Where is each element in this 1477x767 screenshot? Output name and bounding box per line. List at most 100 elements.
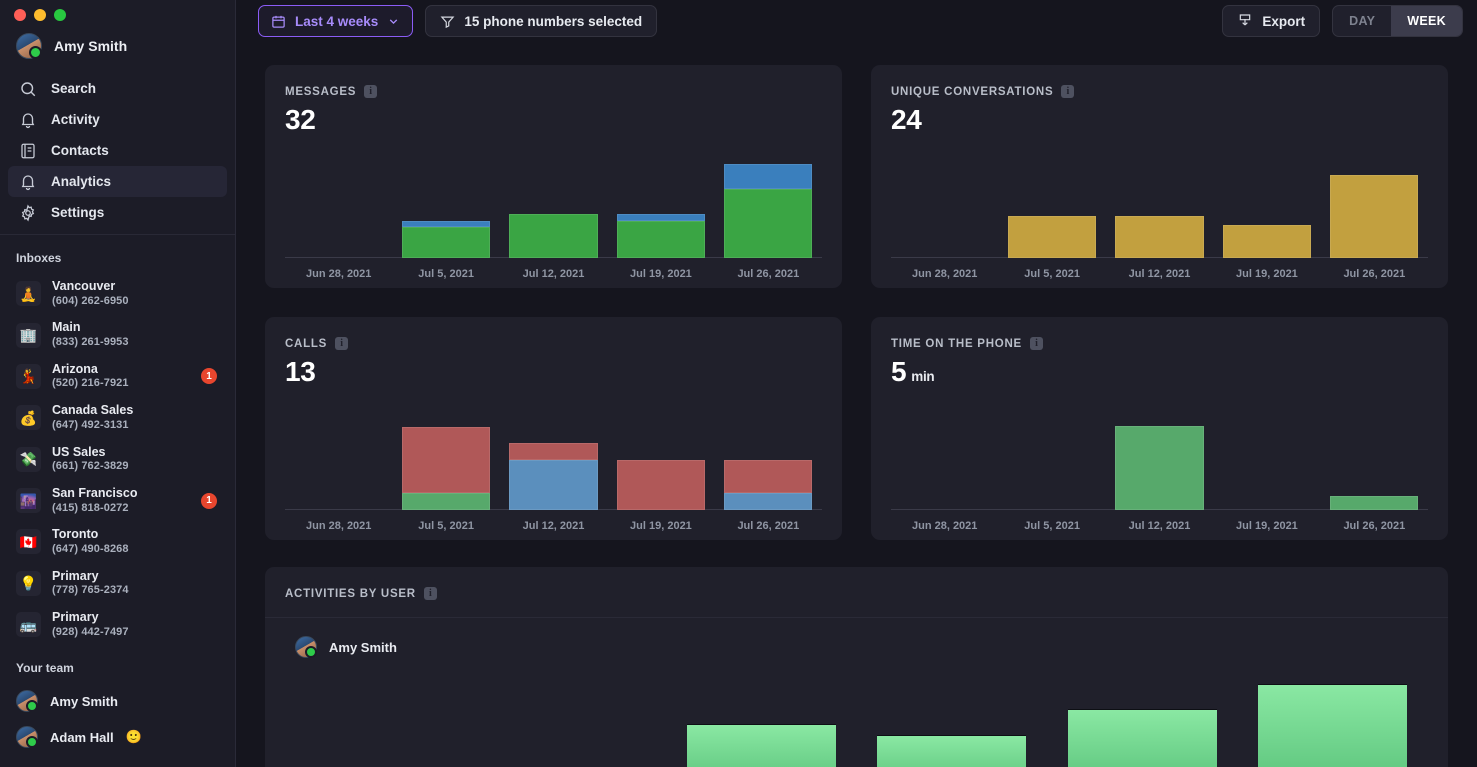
bar[interactable] bbox=[724, 460, 813, 510]
inbox-item[interactable]: 🏢 Main (833) 261-9953 bbox=[0, 314, 235, 355]
x-axis-tick: Jul 12, 2021 bbox=[522, 520, 585, 532]
sidebar-item-contacts[interactable]: Contacts bbox=[8, 135, 227, 166]
sidebar-item-search[interactable]: Search bbox=[8, 73, 227, 104]
avatar bbox=[16, 690, 38, 713]
bar[interactable] bbox=[1008, 216, 1097, 258]
inbox-number: (928) 442-7497 bbox=[52, 625, 129, 638]
bar[interactable] bbox=[509, 214, 598, 258]
info-icon[interactable]: i bbox=[1061, 85, 1075, 98]
inbox-name: San Francisco bbox=[52, 485, 138, 500]
inbox-item[interactable]: 💸 US Sales (661) 762-3829 bbox=[0, 439, 235, 480]
inbox-item[interactable]: 💃 Arizona (520) 216-7921 1 bbox=[0, 356, 235, 397]
team-member[interactable]: Amy Smith bbox=[0, 683, 235, 719]
sidebar-item-analytics[interactable]: Analytics bbox=[8, 166, 227, 197]
team-member-name: Adam Hall bbox=[50, 729, 114, 745]
bar-segment bbox=[402, 493, 491, 510]
bar[interactable] bbox=[1222, 224, 1311, 258]
inbox-item[interactable]: 🌆 San Francisco (415) 818-0272 1 bbox=[0, 480, 235, 521]
inbox-item[interactable]: 🧘 Vancouver (604) 262-6950 bbox=[0, 273, 235, 314]
card-value-row: 13 bbox=[285, 356, 822, 388]
inbox-list: 🧘 Vancouver (604) 262-6950 🏢 Main (833) 261-9… bbox=[0, 273, 235, 645]
card-value-row: 24 bbox=[891, 104, 1428, 136]
avatar bbox=[16, 726, 38, 749]
bar[interactable] bbox=[1330, 174, 1419, 258]
inbox-emoji-icon: 💡 bbox=[16, 570, 41, 596]
inbox-number: (647) 492-3131 bbox=[52, 418, 129, 431]
maximize-icon[interactable] bbox=[54, 9, 66, 21]
granularity-option-week[interactable]: WEEK bbox=[1391, 6, 1462, 36]
metric-card: TIME ON THE PHONE i 5 min Jun 28, 2021 Jul 5,… bbox=[871, 317, 1448, 540]
sidebar-item-label: Settings bbox=[51, 205, 105, 220]
inbox-number: (661) 762-3829 bbox=[52, 460, 129, 473]
bar[interactable] bbox=[509, 443, 598, 510]
inbox-emoji-icon: 🏢 bbox=[16, 322, 41, 348]
x-axis-tick: Jul 5, 2021 bbox=[418, 520, 474, 532]
bar[interactable] bbox=[1115, 426, 1204, 510]
bar[interactable] bbox=[877, 735, 1027, 767]
inbox-text: Primary (778) 765-2374 bbox=[52, 569, 129, 598]
bar[interactable] bbox=[1258, 684, 1408, 767]
bar-column bbox=[392, 410, 499, 510]
bar[interactable] bbox=[1115, 216, 1204, 258]
team-list: Amy Smith Adam Hall 🙂 bbox=[0, 683, 235, 755]
export-label: Export bbox=[1262, 13, 1306, 29]
metric-card: CALLS i 13 Jun 28, 2021 Jul 5, 2021 Jul 12, 2… bbox=[265, 317, 842, 540]
card-value-row: 32 bbox=[285, 104, 822, 136]
team-member[interactable]: Adam Hall 🙂 bbox=[0, 719, 235, 755]
inbox-item[interactable]: 💡 Primary (778) 765-2374 bbox=[0, 563, 235, 604]
info-icon[interactable]: i bbox=[423, 587, 437, 600]
granularity-option-day[interactable]: DAY bbox=[1333, 6, 1391, 36]
card-value-row: 5 min bbox=[891, 356, 1428, 388]
current-user[interactable]: Amy Smith bbox=[0, 21, 235, 69]
bar-column bbox=[1238, 676, 1429, 767]
sidebar-item-settings[interactable]: Settings bbox=[8, 197, 227, 228]
phone-number-filter-button[interactable]: 15 phone numbers selected bbox=[425, 5, 658, 37]
sidebar-item-activity[interactable]: Activity bbox=[8, 104, 227, 135]
inbox-name: Vancouver bbox=[52, 279, 116, 293]
bar-chart: Jun 28, 2021 Jul 5, 2021 Jul 12, 2021 Jul 1… bbox=[285, 158, 822, 288]
activities-by-user-row[interactable]: Amy Smith bbox=[265, 618, 1448, 658]
activities-by-user-header: ACTIVITIES BY USER i bbox=[265, 567, 1448, 618]
x-axis-tick: Jun 28, 2021 bbox=[305, 520, 372, 532]
sidebar-item-label: Activity bbox=[51, 112, 100, 127]
info-icon[interactable]: i bbox=[335, 337, 349, 350]
bar[interactable] bbox=[724, 164, 813, 258]
bar[interactable] bbox=[1067, 709, 1217, 767]
bar[interactable] bbox=[402, 220, 491, 258]
inbox-text: US Sales (661) 762-3829 bbox=[52, 445, 129, 474]
phone-number-filter-label: 15 phone numbers selected bbox=[464, 13, 643, 29]
inboxes-header: Inboxes bbox=[16, 251, 62, 265]
bar-segment bbox=[509, 214, 598, 258]
x-axis-tick: Jul 26, 2021 bbox=[737, 520, 800, 532]
card-header: CALLS i bbox=[285, 337, 822, 350]
bar[interactable] bbox=[686, 724, 836, 767]
info-icon[interactable]: i bbox=[364, 85, 378, 98]
bar-segment bbox=[402, 226, 491, 258]
x-axis-tick: Jul 19, 2021 bbox=[630, 268, 692, 280]
inbox-emoji-icon: 💰 bbox=[16, 405, 41, 431]
close-icon[interactable] bbox=[14, 9, 26, 21]
x-axis-tick: Jul 19, 2021 bbox=[1236, 520, 1298, 532]
inbox-text: Main (833) 261-9953 bbox=[52, 320, 129, 349]
inbox-emoji-icon: 💸 bbox=[16, 446, 41, 472]
date-range-button[interactable]: Last 4 weeks bbox=[258, 5, 414, 37]
bar[interactable] bbox=[1330, 496, 1419, 510]
bar-segment bbox=[1222, 224, 1311, 258]
export-button[interactable]: Export bbox=[1222, 5, 1321, 37]
avatar bbox=[295, 636, 317, 658]
inbox-emoji-icon: 💃 bbox=[16, 363, 41, 389]
inbox-number: (778) 765-2374 bbox=[52, 584, 129, 597]
bar-segment bbox=[616, 460, 705, 510]
bar[interactable] bbox=[616, 214, 705, 258]
bar[interactable] bbox=[616, 460, 705, 510]
inbox-item[interactable]: 💰 Canada Sales (647) 492-3131 bbox=[0, 397, 235, 438]
inbox-item[interactable]: 🇨🇦 Toronto (647) 490-8268 bbox=[0, 521, 235, 562]
export-icon bbox=[1237, 13, 1253, 29]
card-title: CALLS bbox=[285, 337, 328, 350]
minimize-icon[interactable] bbox=[34, 9, 46, 21]
x-axis-tick: Jul 5, 2021 bbox=[418, 268, 474, 280]
inbox-name: Arizona bbox=[52, 361, 98, 376]
inbox-item[interactable]: 🚌 Primary (928) 442-7497 bbox=[0, 604, 235, 645]
info-icon[interactable]: i bbox=[1029, 337, 1043, 350]
bar[interactable] bbox=[402, 426, 491, 510]
